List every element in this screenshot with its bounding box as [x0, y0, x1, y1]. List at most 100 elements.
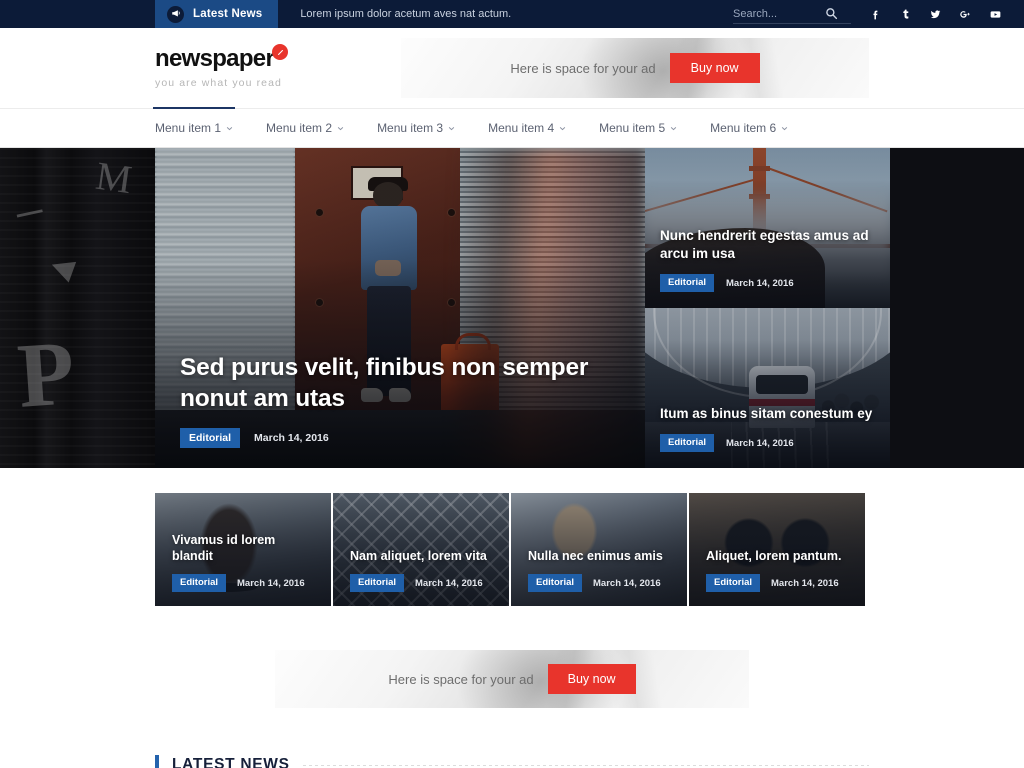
card-item[interactable]: Nulla nec enimus amis Editorial March 14…: [511, 493, 687, 606]
card-title[interactable]: Nam aliquet, lorem vita: [350, 548, 497, 564]
nav-item-menu-item-1[interactable]: Menu item 1: [152, 107, 236, 148]
search-input[interactable]: [733, 7, 825, 20]
featured-cards-row: Vivamus id lorem blandit Editorial March…: [155, 493, 869, 606]
chevron-down-icon: [781, 126, 788, 130]
brand-name: newspaper: [155, 45, 275, 72]
card-meta: Editorial March 14, 2016: [706, 574, 853, 592]
hero-featured-text: Sed purus velit, finibus non semper nonu…: [180, 353, 605, 448]
buy-now-button[interactable]: Buy now: [547, 663, 636, 695]
bottom-ad-banner[interactable]: Here is space for your ad Buy now: [275, 650, 749, 708]
graffiti-wall-art: [0, 148, 155, 468]
nav-item-menu-item-4[interactable]: Menu item 4: [488, 108, 566, 148]
chevron-down-icon: [670, 126, 677, 130]
category-badge[interactable]: Editorial: [528, 574, 583, 592]
twitter-icon[interactable]: [929, 8, 942, 21]
main-navigation: Menu item 1 Menu item 2 Menu item 3 Menu…: [0, 107, 1024, 148]
category-badge[interactable]: Editorial: [706, 574, 761, 592]
nav-label: Menu item 4: [488, 121, 555, 135]
top-bar: Latest News Lorem ipsum dolor acetum ave…: [0, 0, 1024, 28]
card-meta: Editorial March 14, 2016: [172, 574, 319, 592]
ad-text: Here is space for your ad: [388, 671, 534, 687]
chevron-down-icon: [448, 126, 455, 130]
nav-item-menu-item-5[interactable]: Menu item 5: [599, 108, 677, 148]
category-badge[interactable]: Editorial: [350, 574, 405, 592]
section-accent-bar: [155, 755, 159, 768]
hero-side-text-2: Itum as binus sitam conestum ey Editoria…: [660, 405, 875, 452]
megaphone-icon: [167, 5, 184, 23]
card-text: Vivamus id lorem blandit Editorial March…: [172, 532, 319, 592]
card-title[interactable]: Aliquet, lorem pantum.: [706, 548, 853, 564]
nav-label: Menu item 5: [599, 121, 666, 135]
nav-item-menu-item-6[interactable]: Menu item 6: [710, 108, 788, 148]
card-text: Aliquet, lorem pantum. Editorial March 1…: [706, 548, 853, 592]
card-meta: Editorial March 14, 2016: [528, 574, 675, 592]
hero-side-title[interactable]: Itum as binus sitam conestum ey: [660, 405, 875, 423]
hero-section: M − ◂ P Sed purus velit, finibus non sem…: [0, 148, 1024, 468]
publish-date: March 14, 2016: [771, 577, 839, 589]
hero-featured-title[interactable]: Sed purus velit, finibus non semper nonu…: [180, 353, 605, 414]
latest-news-label: Latest News: [193, 8, 263, 20]
featured-cards-band: Vivamus id lorem blandit Editorial March…: [0, 468, 1024, 606]
hero-side-text-1: Nunc hendrerit egestas amus ad arcu im u…: [660, 227, 875, 292]
category-badge[interactable]: Editorial: [660, 274, 715, 292]
category-badge[interactable]: Editorial: [172, 574, 227, 592]
hero-side-article-1[interactable]: Nunc hendrerit egestas amus ad arcu im u…: [645, 148, 890, 308]
brand-logo[interactable]: newspaper you are what you read: [155, 44, 395, 89]
search-box[interactable]: [733, 5, 851, 24]
latest-news-heading: LATEST NEWS: [155, 755, 869, 768]
site-header: newspaper you are what you read Here is …: [0, 28, 1024, 108]
card-title[interactable]: Nulla nec enimus amis: [528, 548, 675, 564]
category-badge[interactable]: Editorial: [660, 434, 715, 452]
google-plus-icon[interactable]: [959, 8, 972, 21]
publish-date: March 14, 2016: [726, 437, 794, 449]
brand-tagline: you are what you read: [155, 77, 282, 89]
nav-item-menu-item-3[interactable]: Menu item 3: [377, 108, 455, 148]
publish-date: March 14, 2016: [237, 577, 305, 589]
hero-side-meta: Editorial March 14, 2016: [660, 274, 875, 292]
ad-text: Here is space for your ad: [510, 60, 656, 76]
hero-side-article-2[interactable]: Itum as binus sitam conestum ey Editoria…: [645, 308, 890, 468]
chevron-down-icon: [337, 126, 344, 130]
search-icon[interactable]: [825, 7, 838, 20]
social-links: [869, 8, 1024, 21]
nav-label: Menu item 3: [377, 121, 444, 135]
publish-date: March 14, 2016: [726, 277, 794, 289]
ad-content: Here is space for your ad Buy now: [510, 52, 760, 84]
latest-news-section: LATEST NEWS: [0, 708, 1024, 768]
bottom-ad-wrapper: Here is space for your ad Buy now: [0, 606, 1024, 708]
page-root: Latest News Lorem ipsum dolor acetum ave…: [0, 0, 1024, 768]
facebook-icon[interactable]: [869, 8, 882, 21]
red-circle-x-icon: [272, 44, 289, 60]
hero-featured-article[interactable]: Sed purus velit, finibus non semper nonu…: [155, 148, 645, 468]
nav-label: Menu item 2: [266, 121, 333, 135]
topbar-right-group: [733, 0, 1024, 28]
publish-date: March 14, 2016: [593, 577, 661, 589]
hero-featured-meta: Editorial March 14, 2016: [180, 427, 605, 448]
ad-content: Here is space for your ad Buy now: [388, 663, 636, 695]
section-title: LATEST NEWS: [172, 755, 290, 768]
category-badge[interactable]: Editorial: [180, 427, 241, 448]
chevron-down-icon: [226, 126, 233, 130]
buy-now-button[interactable]: Buy now: [669, 52, 760, 84]
header-ad-banner[interactable]: Here is space for your ad Buy now: [401, 38, 869, 98]
card-item[interactable]: Vivamus id lorem blandit Editorial March…: [155, 493, 331, 606]
nav-label: Menu item 6: [710, 121, 777, 135]
youtube-icon[interactable]: [989, 8, 1002, 21]
hero-right-bleed: [890, 148, 1024, 468]
hero-side-meta: Editorial March 14, 2016: [660, 434, 875, 452]
tumblr-icon[interactable]: [899, 8, 912, 21]
section-divider: [302, 765, 869, 766]
hero-side-title[interactable]: Nunc hendrerit egestas amus ad arcu im u…: [660, 227, 875, 263]
chevron-down-icon: [559, 126, 566, 130]
ticker-text[interactable]: Lorem ipsum dolor acetum aves nat actum.: [300, 8, 511, 20]
card-text: Nam aliquet, lorem vita Editorial March …: [350, 548, 497, 592]
nav-item-menu-item-2[interactable]: Menu item 2: [266, 108, 344, 148]
latest-news-badge[interactable]: Latest News: [155, 0, 279, 28]
card-item[interactable]: Nam aliquet, lorem vita Editorial March …: [333, 493, 509, 606]
hero-left-bleed-image: M − ◂ P: [0, 148, 155, 468]
card-text: Nulla nec enimus amis Editorial March 14…: [528, 548, 675, 592]
hero-side-column: Nunc hendrerit egestas amus ad arcu im u…: [645, 148, 890, 468]
card-item[interactable]: Aliquet, lorem pantum. Editorial March 1…: [689, 493, 865, 606]
nav-label: Menu item 1: [155, 121, 222, 135]
card-title[interactable]: Vivamus id lorem blandit: [172, 532, 319, 565]
